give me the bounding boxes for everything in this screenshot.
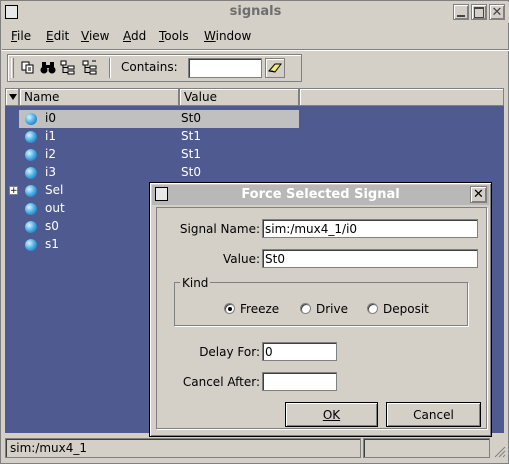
column-header-name[interactable]: Name [19,88,179,106]
window-title: signals [229,4,282,19]
menu-tools[interactable]: Tools [159,29,189,43]
signal-icon [25,185,37,197]
freeze-label: Freeze [240,302,280,316]
status-cell [363,438,490,458]
menu-bar: File Edit View Add Tools Window [2,26,509,48]
signal-value: St0 [181,165,201,179]
close-button[interactable]: ✕ [489,4,505,20]
menu-file[interactable]: File [11,29,31,43]
toolbar-separator [109,58,111,78]
clear-filter-button[interactable] [265,58,285,78]
menu-window-mnemonic: W [204,29,216,43]
menu-add[interactable]: Add [123,29,146,43]
toolbar-grip[interactable] [11,58,14,78]
kind-freeze-option[interactable]: Freeze [224,301,294,317]
signal-name: out [45,201,65,215]
value-field[interactable]: St0 [262,249,478,268]
kind-drive-option[interactable]: Drive [300,301,360,317]
signal-value: St1 [181,129,201,143]
resize-grip-icon[interactable] [492,444,506,458]
delay-for-field[interactable]: 0 [262,342,337,361]
close-icon: ✕ [491,4,503,20]
menu-file-label: ile [17,29,32,43]
copy-icon[interactable] [20,60,36,76]
column-header-value[interactable]: Value [179,88,299,106]
signal-name: i3 [45,165,56,179]
signal-row-i1[interactable]: i1 St1 [19,128,299,146]
hierarchy-icon[interactable] [60,60,76,76]
dialog-close-button[interactable]: ✕ [470,186,487,203]
status-path: sim:/mux4_1 [5,438,361,458]
signal-name: Sel [45,183,64,197]
menu-window[interactable]: Window [204,29,251,43]
dialog-title: Force Selected Signal [241,187,400,202]
kind-label: Kind [180,276,211,290]
menu-view[interactable]: View [81,29,109,43]
signal-icon [25,221,37,233]
title-bar[interactable]: signals ✕ [2,2,509,23]
drive-label: Drive [316,302,348,316]
triangle-down-icon [9,94,17,100]
menu-tools-label: ools [164,29,189,43]
signal-icon [25,167,37,179]
signal-icon [25,149,37,161]
drive-radio[interactable] [300,303,311,314]
menu-add-mnemonic: A [123,29,131,43]
eraser-icon [268,63,282,73]
cancel-after-field[interactable] [262,372,337,391]
find-icon[interactable] [40,60,56,76]
menu-view-mnemonic: V [81,29,89,43]
minimize-button[interactable] [453,4,469,20]
signal-name: s0 [45,219,59,233]
signal-icon [25,113,37,125]
menu-add-label: dd [131,29,147,43]
cancel-button[interactable]: Cancel [386,402,481,427]
signal-row-i3[interactable]: i3 St0 [19,164,299,182]
column-header-filler [299,88,504,106]
cancel-button-label: Cancel [413,407,454,422]
signal-value: St1 [181,147,201,161]
signal-name-label: Signal Name: [179,222,260,236]
signal-name: i0 [45,111,56,125]
maximize-button[interactable] [471,4,487,20]
signal-name: i2 [45,147,56,161]
menu-edit-mnemonic: E [46,29,54,43]
value-label: Value: [223,252,260,266]
signal-value: St0 [181,111,201,125]
deposit-radio[interactable] [367,303,378,314]
signal-icon [25,239,37,251]
expand-hierarchy-icon[interactable] [82,60,98,76]
kind-deposit-option[interactable]: Deposit [367,301,437,317]
menu-separator [2,49,509,51]
minimize-icon [457,15,465,17]
signal-row-i0[interactable]: i0 St0 [19,110,299,128]
expand-icon[interactable]: + [9,186,18,196]
signal-icon [25,131,37,143]
freeze-radio[interactable] [224,303,235,314]
menu-window-label: indow [215,29,252,43]
delay-for-label: Delay For: [199,345,260,359]
deposit-label: Deposit [383,302,429,316]
signal-name-field[interactable]: sim:/mux4_1/i0 [262,219,478,238]
signal-name: i1 [45,129,56,143]
column-menu-button[interactable] [5,88,19,106]
signals-window: signals ✕ File Edit View Add Tools Windo… [0,0,509,464]
signal-icon [25,203,37,215]
signal-name: s1 [45,237,59,251]
cancel-after-label: Cancel After: [182,375,260,389]
contains-input[interactable] [188,58,262,78]
contains-label: Contains: [121,60,178,74]
dialog-title-bar[interactable]: Force Selected Signal ✕ [152,185,489,205]
force-signal-dialog: Force Selected Signal ✕ Signal Name: sim… [149,182,492,437]
signal-row-i2[interactable]: i2 St1 [19,146,299,164]
ok-button[interactable]: OK [285,402,378,427]
maximize-icon [474,6,484,18]
menu-view-label: iew [88,29,110,43]
ok-button-label: OK [322,407,341,422]
menu-edit-label: dit [53,29,70,43]
toolbar: Contains: [7,54,302,82]
menu-edit[interactable]: Edit [46,29,69,43]
close-icon: ✕ [473,187,484,202]
